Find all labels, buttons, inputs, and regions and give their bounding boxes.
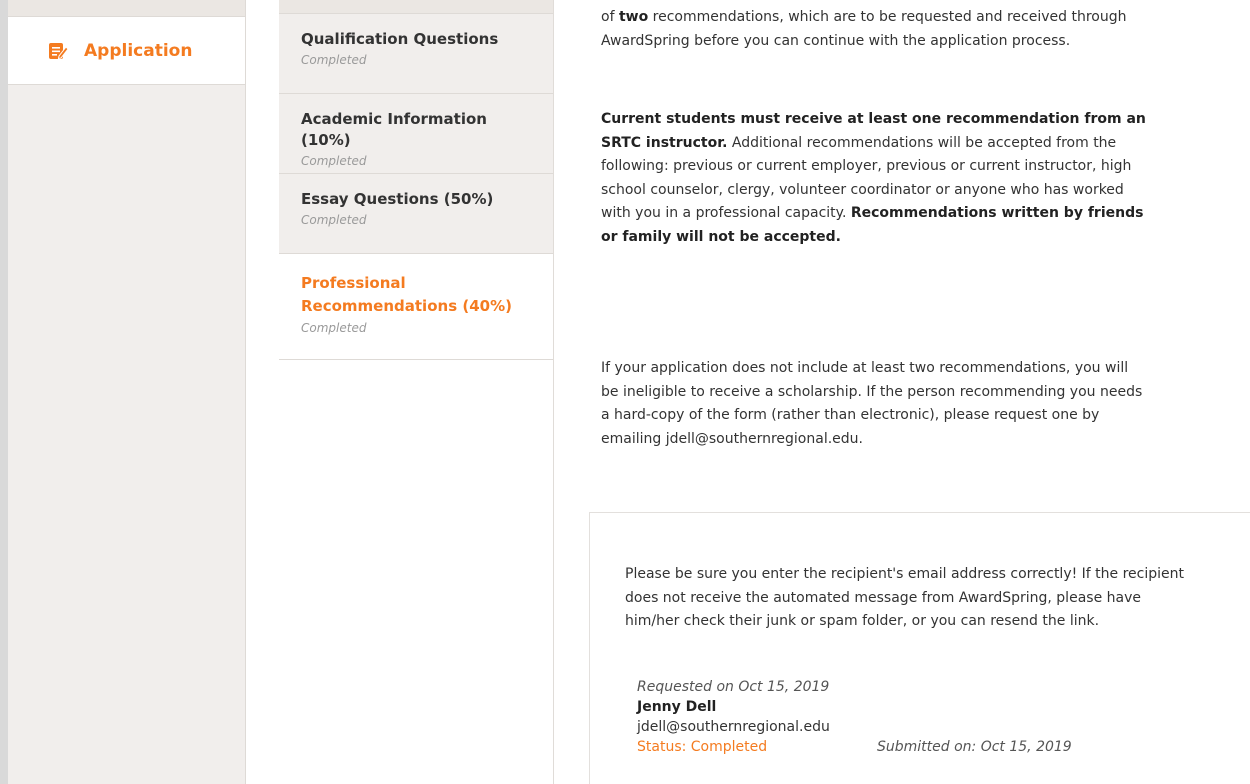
recommendation-request-panel: Please be sure you enter the recipient's… [589,512,1250,784]
sidebar-item-previous[interactable] [8,0,245,17]
step-status: Completed [301,213,367,227]
step-title: Qualification Questions [301,30,499,48]
sidebar-item-label: Application [84,40,193,61]
submitted-date: Submitted on: Oct 15, 2019 [877,739,1072,755]
sidebar-item-application[interactable]: Application [8,17,245,85]
step-title: Essay Questions (50%) [301,190,494,208]
status-row: Status: Completed Submitted on: Oct 15, … [637,737,1197,757]
step-status: Completed [301,154,367,168]
window-left-edge [0,0,8,784]
step-previous[interactable] [279,0,553,14]
recommender-requirements-paragraph: Current students must receive at least o… [601,111,1146,245]
edit-form-icon [48,41,68,61]
step-status: Completed [301,53,367,67]
step-status: Completed [301,321,367,335]
eligibility-paragraph: If your application does not include at … [601,360,1143,447]
main-sidebar: Application [8,0,246,784]
step-title: Academic Information (10%) [301,110,487,149]
status-badge: Status: Completed [637,739,768,755]
requested-date: Requested on Oct 15, 2019 [637,679,830,695]
step-academic-information[interactable]: Academic Information (10%) Completed [279,94,553,174]
recommendation-count-paragraph: of two recommendations, which are to be … [601,9,1127,49]
recommendation-entry: Requested on Oct 15, 2019 Jenny Dell jde… [637,677,1197,757]
step-qualification-questions[interactable]: Qualification Questions Completed [279,14,553,94]
recommender-email: jdell@southernregional.edu [637,719,830,735]
step-title: Professional Recommendations (40%) [301,274,512,315]
step-essay-questions[interactable]: Essay Questions (50%) Completed [279,174,553,254]
email-notice-text: Please be sure you enter the recipient's… [625,566,1185,629]
step-professional-recommendations[interactable]: Professional Recommendations (40%) Compl… [279,254,553,360]
application-steps: Qualification Questions Completed Academ… [279,0,554,784]
recommender-name: Jenny Dell [637,699,717,715]
